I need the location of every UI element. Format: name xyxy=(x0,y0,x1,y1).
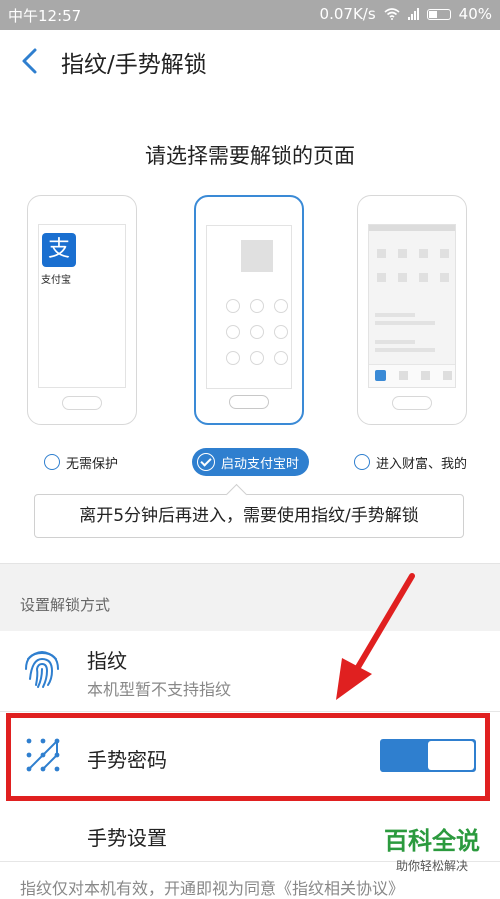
screen-nav xyxy=(369,364,455,387)
app-header: 指纹/手势解锁 xyxy=(0,30,500,92)
fingerprint-icon xyxy=(25,651,59,688)
highlight-box xyxy=(6,713,490,801)
screen-cell xyxy=(398,249,407,258)
option-fortune-mine[interactable]: 进入财富、我的 xyxy=(354,448,467,476)
radio-icon xyxy=(354,454,370,470)
status-time: 中午12:57 xyxy=(8,7,82,25)
phone-screen xyxy=(206,225,292,389)
status-right: 0.07K/s 40% xyxy=(320,5,492,23)
status-bar: 中午12:57 0.07K/s 40% xyxy=(0,0,500,30)
footer-text: 指纹仅对本机有效，开通即视为同意《指纹相关协议》 xyxy=(20,879,405,898)
page-title: 指纹/手势解锁 xyxy=(61,52,207,78)
phone-screen: 支 支付宝 xyxy=(38,224,126,388)
screen-cell xyxy=(440,273,449,282)
home-button xyxy=(392,396,432,410)
network-speed: 0.07K/s xyxy=(319,5,376,23)
screen-topbar xyxy=(369,225,455,231)
screen-line xyxy=(375,340,415,344)
screen-line xyxy=(375,321,435,325)
pattern-dot xyxy=(274,299,288,313)
alipay-logo: 支 xyxy=(42,233,76,267)
screen-cell xyxy=(419,273,428,282)
option-app-start[interactable]: 启动支付宝时 xyxy=(192,448,310,476)
option-label: 无需保护 xyxy=(66,456,119,472)
pattern-dot xyxy=(250,351,264,365)
screen-line xyxy=(375,348,435,352)
radio-icon xyxy=(44,454,60,470)
screen-nav-item xyxy=(443,371,452,380)
annotation-arrow xyxy=(336,573,415,700)
pattern-dot xyxy=(250,325,264,339)
fingerprint-subtitle: 本机型暂不支持指纹 xyxy=(87,680,232,699)
phone-preview-no-protection[interactable]: 支 支付宝 xyxy=(27,195,137,425)
home-button xyxy=(229,395,269,409)
fingerprint-title: 指纹 xyxy=(87,649,127,673)
option-label: 启动支付宝时 xyxy=(221,456,300,472)
pattern-dot xyxy=(274,325,288,339)
selection-subtitle: 请选择需要解锁的页面 xyxy=(145,144,355,168)
watermark-title: 百科全说 xyxy=(384,827,480,855)
check-circle-icon xyxy=(197,453,215,471)
lock-placeholder xyxy=(241,240,273,272)
battery-level: 40% xyxy=(458,5,492,23)
wifi-icon xyxy=(384,8,400,20)
battery-icon xyxy=(426,8,451,20)
divider xyxy=(0,711,500,712)
section-label: 设置解锁方式 xyxy=(20,596,111,614)
screen-cell xyxy=(398,273,407,282)
option-no-protection[interactable]: 无需保护 xyxy=(44,448,118,476)
pattern-dot xyxy=(274,351,288,365)
watermark: 百科全说 助你轻松解决 xyxy=(368,826,496,874)
pattern-dot xyxy=(226,325,240,339)
screen-nav-item xyxy=(399,371,408,380)
pattern-dot xyxy=(226,299,240,313)
signal-icon xyxy=(407,8,419,20)
gesture-settings-item[interactable]: 手势设置 xyxy=(87,822,167,851)
screen-cell xyxy=(440,249,449,258)
home-button xyxy=(62,396,102,410)
screen-nav-home xyxy=(375,370,386,381)
pattern-dot xyxy=(226,351,240,365)
screen-nav-item xyxy=(421,371,430,380)
screen-cell xyxy=(377,273,386,282)
screen-cell xyxy=(377,249,386,258)
selection-tooltip: 离开5分钟后再进入，需要使用指纹/手势解锁 xyxy=(34,494,464,538)
watermark-subtitle: 助你轻松解决 xyxy=(395,859,468,873)
screen-line xyxy=(375,313,415,317)
chevron-left-icon[interactable] xyxy=(16,46,46,76)
phone-preview-fortune-mine[interactable] xyxy=(357,195,467,425)
option-label: 进入财富、我的 xyxy=(376,456,468,472)
pattern-dot xyxy=(250,299,264,313)
screen-cell xyxy=(419,249,428,258)
alipay-name: 支付宝 xyxy=(41,275,71,286)
phone-screen xyxy=(368,224,456,388)
phone-preview-app-start[interactable] xyxy=(194,195,304,425)
divider xyxy=(0,563,500,564)
